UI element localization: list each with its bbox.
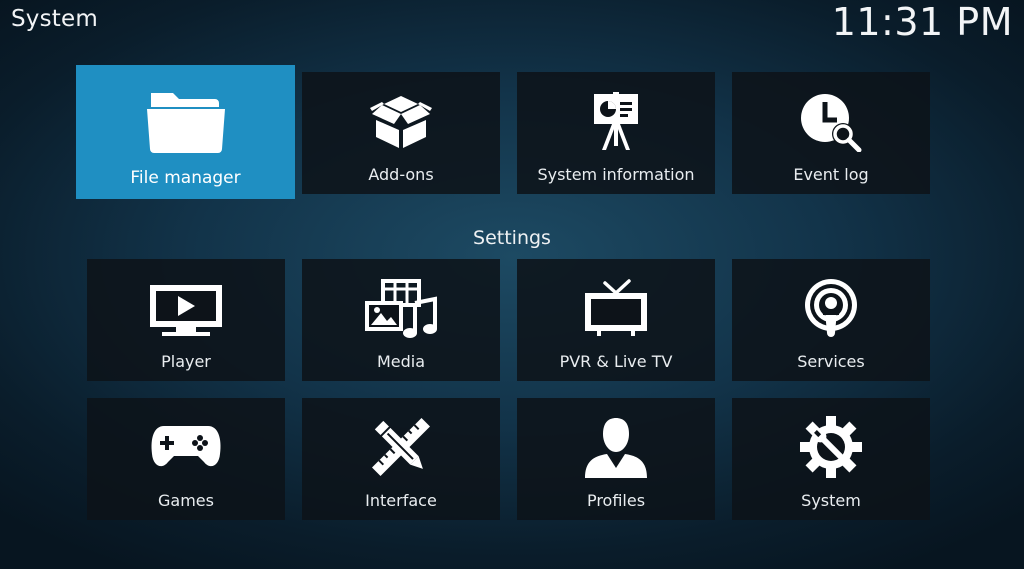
tile-media[interactable]: Media bbox=[302, 259, 500, 381]
tile-label: Event log bbox=[793, 165, 869, 184]
open-box-icon bbox=[370, 96, 432, 148]
folder-icon bbox=[146, 93, 225, 153]
tile-profiles[interactable]: Profiles bbox=[517, 398, 715, 520]
tile-pvr-live-tv[interactable]: PVR & Live TV bbox=[517, 259, 715, 381]
tile-label: Player bbox=[161, 352, 211, 371]
play-monitor-icon bbox=[150, 285, 222, 336]
settings-section-title: Settings bbox=[473, 227, 551, 249]
tile-label: Media bbox=[376, 352, 426, 371]
gear-wrench-icon bbox=[800, 416, 862, 478]
tile-label: Profiles bbox=[586, 491, 646, 510]
presentation-easel-icon bbox=[594, 92, 638, 150]
tile-services[interactable]: Services bbox=[732, 259, 930, 381]
tile-system-information[interactable]: System information bbox=[517, 72, 715, 194]
screen-title: System bbox=[11, 6, 98, 32]
tile-event-log[interactable]: Event log bbox=[732, 72, 930, 194]
tile-label: File manager bbox=[130, 168, 241, 188]
tile-label: Services bbox=[797, 352, 865, 371]
tile-file-manager[interactable]: File manager bbox=[76, 65, 295, 199]
tile-label: System information bbox=[537, 165, 695, 184]
clock-search-icon bbox=[801, 94, 862, 152]
tile-system[interactable]: System bbox=[732, 398, 930, 520]
tile-label: Add-ons bbox=[368, 165, 434, 184]
pencil-ruler-icon bbox=[372, 418, 430, 476]
broadcast-icon bbox=[805, 279, 857, 337]
tile-interface[interactable]: Interface bbox=[302, 398, 500, 520]
tv-icon bbox=[585, 279, 647, 336]
tile-label: Interface bbox=[365, 491, 437, 510]
tile-label: PVR & Live TV bbox=[559, 352, 673, 371]
media-library-icon bbox=[365, 279, 437, 338]
tile-label: Games bbox=[158, 491, 214, 510]
gamepad-icon bbox=[151, 426, 221, 467]
clock: 11:31 PM bbox=[831, 0, 1013, 44]
tile-add-ons[interactable]: Add-ons bbox=[302, 72, 500, 194]
tile-label: System bbox=[801, 491, 861, 510]
user-profile-icon bbox=[585, 418, 647, 478]
tile-games[interactable]: Games bbox=[87, 398, 285, 520]
tile-player[interactable]: Player bbox=[87, 259, 285, 381]
